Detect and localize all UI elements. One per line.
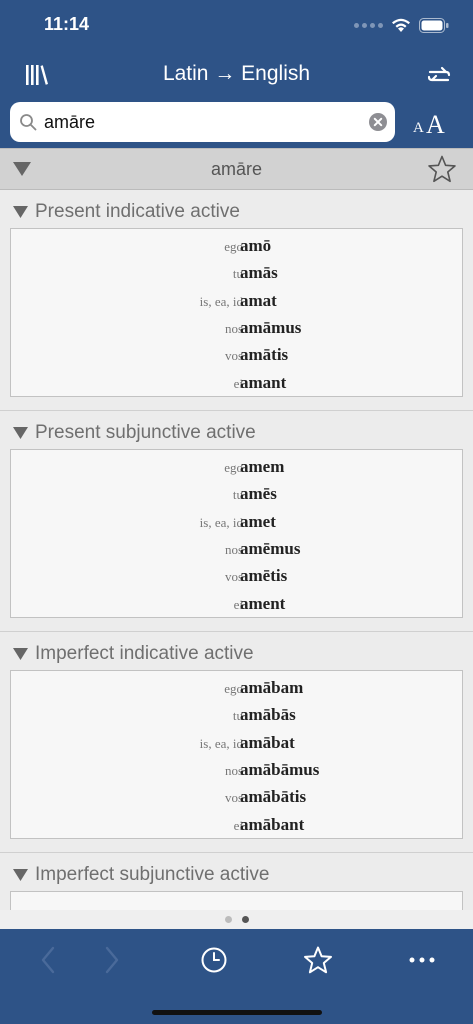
verb-form[interactable]: amant bbox=[240, 373, 286, 393]
status-icons bbox=[354, 14, 449, 36]
conjugation-row: is, ea, id amābat bbox=[11, 729, 462, 756]
search-input[interactable] bbox=[44, 102, 344, 142]
conjugation-row: ego amābam bbox=[11, 674, 462, 701]
conjugation-row: nos amābāmus bbox=[11, 756, 462, 783]
history-icon bbox=[201, 947, 227, 973]
collapse-section-icon[interactable] bbox=[13, 427, 28, 439]
history-button[interactable] bbox=[194, 943, 234, 977]
more-icon bbox=[409, 957, 435, 963]
conjugation-table: ego amābam tu amābās is, ea, id amābat nos amāb… bbox=[10, 670, 463, 839]
section-title: Present indicative active bbox=[35, 201, 240, 222]
verb-form[interactable]: amētis bbox=[240, 566, 287, 586]
conjugation-row: ego amem bbox=[11, 453, 462, 480]
verb-form[interactable]: amem bbox=[240, 457, 284, 477]
conjugation-row: ei amābant bbox=[11, 811, 462, 838]
conjugation-table: ego amem tu amēs is, ea, id amet nos amēmus vos a… bbox=[10, 449, 463, 618]
conjugation-row: nos amāmus bbox=[11, 314, 462, 341]
conjugation-row: is, ea, id amet bbox=[11, 508, 462, 535]
more-button[interactable] bbox=[402, 943, 442, 977]
verb-form[interactable]: amābātis bbox=[240, 787, 306, 807]
page-indicator[interactable] bbox=[0, 910, 473, 929]
section-title: Imperfect subjunctive active bbox=[35, 864, 270, 885]
pronoun-label: is, ea, id bbox=[199, 514, 243, 530]
back-button[interactable] bbox=[28, 943, 68, 977]
entry-word: amāre bbox=[210, 159, 263, 179]
pronoun-label: is, ea, id bbox=[199, 735, 243, 751]
verb-form[interactable]: amat bbox=[240, 291, 277, 311]
verb-form[interactable]: amābāmus bbox=[240, 760, 319, 780]
section-title: Imperfect indicative active bbox=[35, 643, 254, 664]
section-header[interactable]: Imperfect subjunctive active bbox=[0, 853, 473, 891]
favorites-icon bbox=[304, 946, 332, 974]
pronoun-label: is, ea, id bbox=[199, 293, 243, 309]
conjugation-list[interactable]: amāre Present indicative active ego amō tu a… bbox=[0, 148, 473, 910]
verb-form[interactable]: amās bbox=[240, 263, 278, 283]
home-indicator bbox=[152, 1010, 322, 1015]
conjugation-row: tu amābās bbox=[11, 701, 462, 728]
verb-form[interactable]: amābant bbox=[240, 815, 304, 835]
verb-form[interactable]: amō bbox=[240, 236, 271, 256]
verb-form[interactable]: ament bbox=[240, 594, 285, 614]
swap-languages-icon[interactable] bbox=[427, 64, 451, 88]
back-icon bbox=[41, 946, 55, 974]
collapse-section-icon[interactable] bbox=[13, 206, 28, 218]
verb-form[interactable]: amāmus bbox=[240, 318, 301, 338]
conjugation-row: nos amēmus bbox=[11, 535, 462, 562]
status-time: 11:14 bbox=[44, 14, 90, 34]
conjugation-row: ei ament bbox=[11, 590, 462, 617]
conjugation-row: tu amās bbox=[11, 259, 462, 286]
verb-form[interactable]: amēmus bbox=[240, 539, 300, 559]
font-size-small-label: A bbox=[413, 120, 424, 136]
verb-form[interactable]: amābās bbox=[240, 705, 296, 725]
conjugation-row: ei amant bbox=[11, 369, 462, 396]
bottom-toolbar bbox=[0, 929, 473, 1024]
section-header[interactable]: Present subjunctive active bbox=[0, 411, 473, 449]
conjugation-row: vos amētis bbox=[11, 562, 462, 589]
clear-search-icon[interactable] bbox=[369, 113, 387, 131]
section-header[interactable]: Imperfect indicative active bbox=[0, 632, 473, 670]
conjugation-table: ego amō tu amās is, ea, id amat nos amāmus vos am… bbox=[10, 228, 463, 397]
collapse-section-icon[interactable] bbox=[13, 869, 28, 881]
cellular-signal-icon bbox=[354, 22, 383, 28]
verb-form[interactable]: amēs bbox=[240, 484, 277, 504]
section-title: Present subjunctive active bbox=[35, 422, 256, 443]
conjugation-row: ego amō bbox=[11, 232, 462, 259]
entry-header[interactable]: amāre bbox=[0, 148, 473, 190]
conjugation-section: Imperfect indicative active ego amābam tu am… bbox=[0, 632, 473, 853]
collapse-section-icon[interactable] bbox=[13, 648, 28, 660]
wifi-icon bbox=[392, 18, 410, 32]
conjugation-row: is, ea, id amat bbox=[11, 287, 462, 314]
page-title: Latin → English bbox=[162, 62, 311, 85]
verb-form[interactable]: amābat bbox=[240, 733, 295, 753]
nav-header: 11:14 Latin → English amāre A A bbox=[0, 0, 473, 148]
sections-container: Present indicative active ego amō tu amās is,… bbox=[0, 190, 473, 910]
section-header[interactable]: Present indicative active bbox=[0, 190, 473, 228]
favorites-button[interactable] bbox=[298, 943, 338, 977]
verb-form[interactable]: amātis bbox=[240, 345, 288, 365]
page-dot[interactable] bbox=[241, 916, 249, 923]
font-size-large-label: A bbox=[426, 110, 445, 139]
font-size-button[interactable]: A A bbox=[413, 110, 453, 142]
verb-form[interactable]: amet bbox=[240, 512, 276, 532]
conjugation-row: vos amātis bbox=[11, 341, 462, 368]
search-icon bbox=[20, 114, 37, 131]
conjugation-row: tu amēs bbox=[11, 480, 462, 507]
conjugation-row: vos amābātis bbox=[11, 783, 462, 810]
verb-form[interactable]: amābam bbox=[240, 678, 303, 698]
forward-button[interactable] bbox=[92, 943, 132, 977]
conjugation-section: Present indicative active ego amō tu amās is,… bbox=[0, 190, 473, 411]
page-dot[interactable] bbox=[224, 916, 232, 923]
conjugation-section: Present subjunctive active ego amem tu amēs i… bbox=[0, 411, 473, 632]
favorite-star-icon[interactable] bbox=[427, 155, 457, 183]
conjugation-section: Imperfect subjunctive active bbox=[0, 853, 473, 910]
search-bar[interactable] bbox=[10, 102, 395, 142]
battery-icon bbox=[419, 17, 449, 33]
conjugation-table bbox=[10, 891, 463, 910]
forward-icon bbox=[105, 946, 119, 974]
